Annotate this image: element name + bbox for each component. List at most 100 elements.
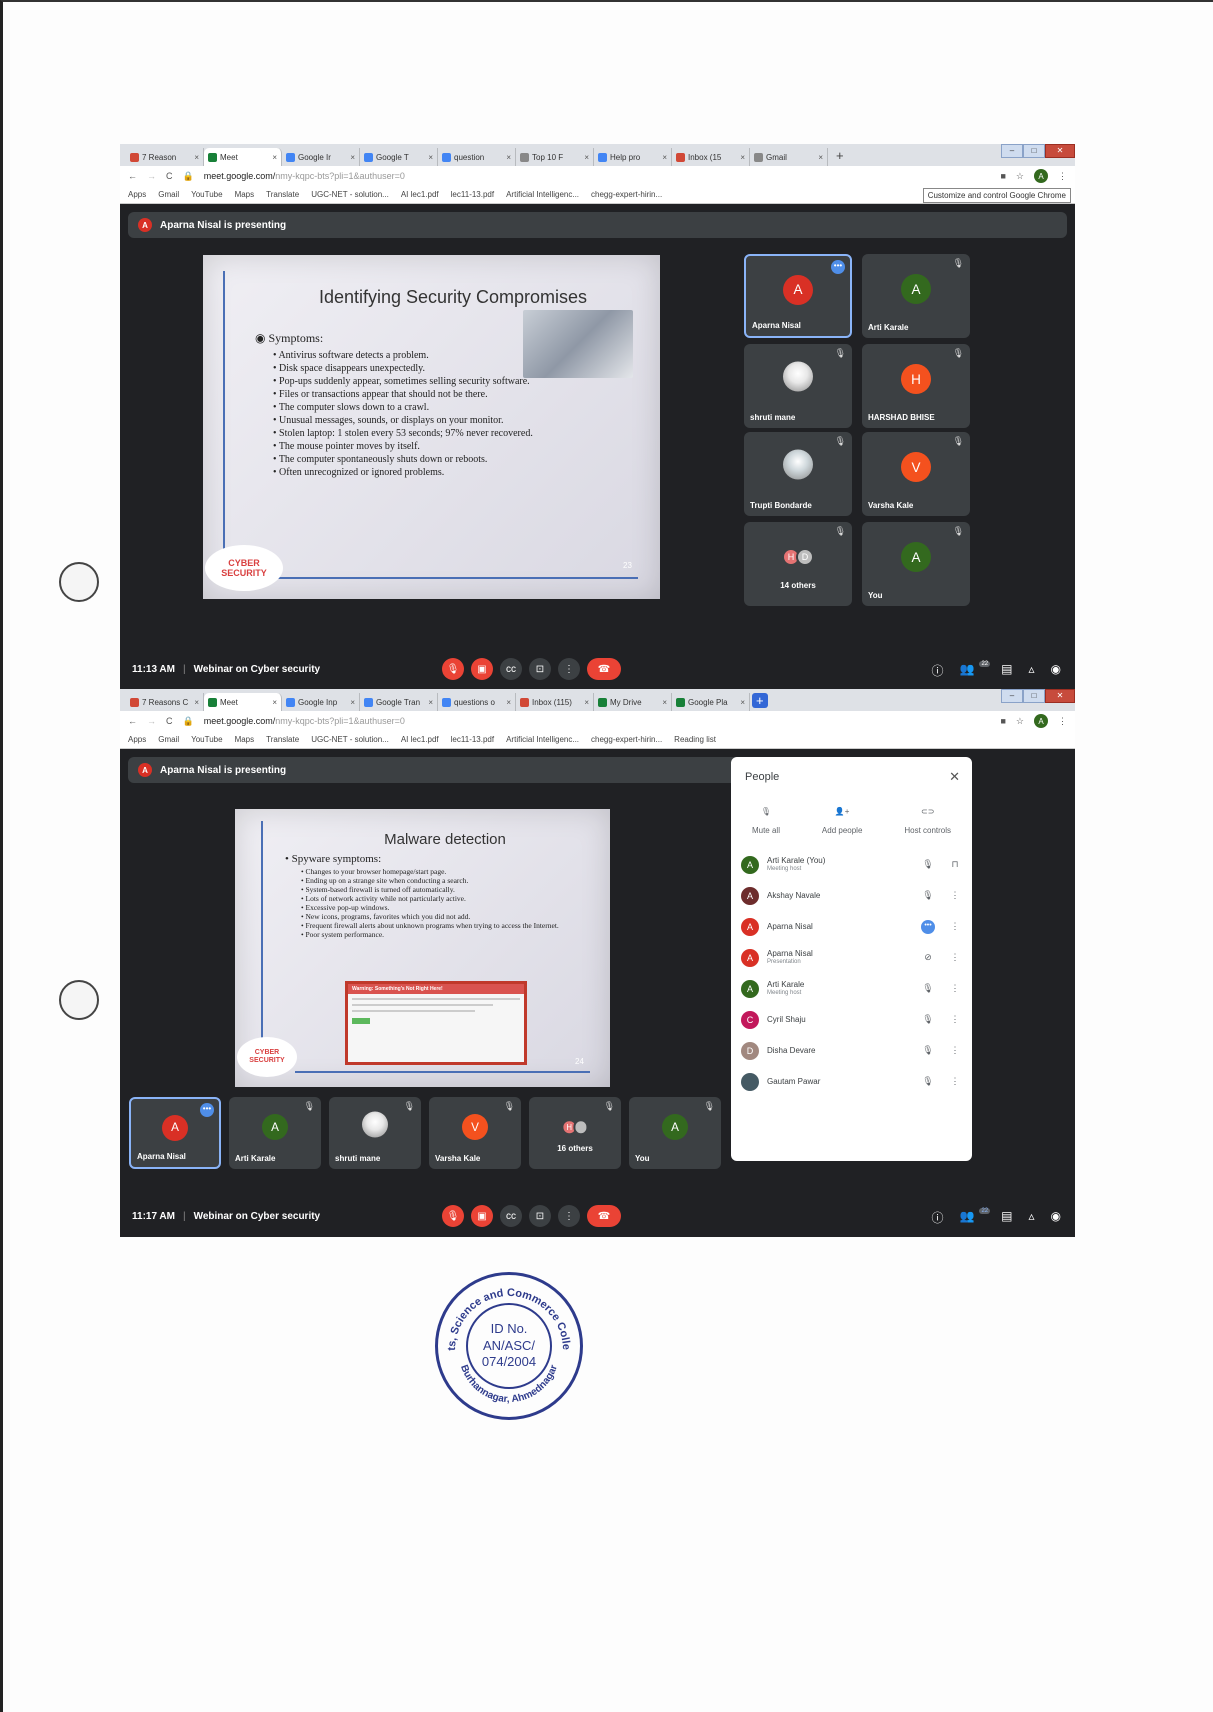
more-options-icon[interactable]: ⋮ [948, 921, 962, 932]
chat-icon[interactable]: ▤ [1001, 662, 1012, 679]
back-icon[interactable]: ← [128, 171, 137, 181]
close-tab-icon[interactable]: × [350, 153, 355, 162]
browser-tab[interactable]: Meet × [204, 693, 282, 711]
meeting-details-icon[interactable]: ⓘ [931, 1209, 943, 1226]
captions-icon[interactable]: cc [500, 1205, 522, 1227]
mic-off-icon[interactable]: 🎙 [442, 1205, 464, 1227]
participant-tile[interactable]: 🎙 H D 14 others [744, 522, 852, 606]
participant-tile[interactable]: 🎙 H HARSHAD BHISE [862, 344, 970, 428]
chat-icon[interactable]: ▤ [1001, 1209, 1012, 1226]
close-tab-icon[interactable]: × [584, 698, 589, 707]
browser-tab[interactable]: questions o × [438, 693, 516, 711]
close-tab-icon[interactable]: × [506, 153, 511, 162]
participant-tile[interactable]: 🎙 A Arti Karale [229, 1097, 321, 1169]
browser-tab[interactable]: question × [438, 148, 516, 166]
bookmark-item[interactable]: chegg-expert-hirin... [591, 735, 662, 744]
url-field[interactable]: meet.google.com/nmy-kqpc-bts?pli=1&authu… [204, 716, 991, 726]
back-icon[interactable]: ← [128, 716, 137, 726]
camera-icon[interactable]: ■ [1000, 171, 1005, 181]
mic-off-icon[interactable]: 🎙 [916, 1076, 940, 1087]
profile-avatar[interactable]: A [1034, 714, 1048, 728]
people-icon[interactable]: 👥 22 [960, 661, 991, 679]
close-icon[interactable]: ✕ [949, 769, 960, 785]
mic-off-icon[interactable]: 🎙 [916, 890, 940, 901]
meeting-details-icon[interactable]: ⓘ [931, 662, 943, 679]
pin-icon[interactable]: ⊓ [948, 859, 962, 870]
url-field[interactable]: meet.google.com/nmy-kqpc-bts?pli=1&authu… [204, 171, 991, 181]
close-tab-icon[interactable]: × [662, 698, 667, 707]
bookmark-item[interactable]: UGC-NET - solution... [311, 735, 389, 744]
participant-tile[interactable]: ••• A Aparna Nisal [744, 254, 852, 338]
reload-icon[interactable]: C [166, 171, 173, 181]
minimize-icon[interactable]: – [1001, 689, 1023, 703]
bookmark-item[interactable]: chegg-expert-hirin... [591, 190, 662, 199]
close-tab-icon[interactable]: × [428, 153, 433, 162]
mute-all-button[interactable]: 🎙 Mute all [752, 807, 780, 835]
participant-tile[interactable]: 🎙 Trupti Bondarde [744, 432, 852, 516]
activities-icon[interactable]: ▵ [1028, 1209, 1034, 1226]
browser-tab[interactable]: Google Pla × [672, 693, 750, 711]
participant-row[interactable]: A Akshay Navale 🎙 ⋮ [741, 880, 962, 911]
browser-tab[interactable]: Top 10 F × [516, 148, 594, 166]
close-tab-icon[interactable]: × [350, 698, 355, 707]
close-tab-icon[interactable]: × [428, 698, 433, 707]
participant-tile[interactable]: 🎙 H 16 others [529, 1097, 621, 1169]
close-tab-icon[interactable]: × [272, 153, 277, 162]
bookmark-item[interactable]: lec11-13.pdf [451, 735, 494, 744]
bookmark-item[interactable]: Maps [235, 735, 255, 744]
participant-tile[interactable]: 🎙 A You [862, 522, 970, 606]
bookmark-item[interactable]: Apps [128, 735, 146, 744]
profile-avatar[interactable]: A [1034, 169, 1048, 183]
browser-tab[interactable]: Inbox (15 × [672, 148, 750, 166]
forward-icon[interactable]: → [147, 171, 156, 181]
browser-tab[interactable]: Gmail × [750, 148, 828, 166]
participant-tile[interactable]: 🎙 A Arti Karale [862, 254, 970, 338]
more-options-icon[interactable]: ⋮ [948, 890, 962, 901]
present-screen-icon[interactable]: ⊡ [529, 1205, 551, 1227]
add-people-button[interactable]: 👤+ Add people [822, 807, 862, 835]
bookmark-item[interactable]: Apps [128, 190, 146, 199]
participant-tile[interactable]: ••• A Aparna Nisal [129, 1097, 221, 1169]
camera-icon[interactable]: ■ [1000, 716, 1005, 726]
close-tab-icon[interactable]: × [194, 153, 199, 162]
more-options-icon[interactable]: ⋮ [948, 1045, 962, 1056]
present-screen-icon[interactable]: ⊡ [529, 658, 551, 680]
maximize-icon[interactable]: □ [1023, 689, 1045, 703]
bookmark-item[interactable]: YouTube [191, 735, 222, 744]
bookmark-item[interactable]: Gmail [158, 190, 179, 199]
close-tab-icon[interactable]: × [506, 698, 511, 707]
participant-tile[interactable]: 🎙 V Varsha Kale [862, 432, 970, 516]
forward-icon[interactable]: → [147, 716, 156, 726]
camera-off-icon[interactable]: ▣ [471, 658, 493, 680]
end-call-button[interactable]: ☎ [587, 1205, 621, 1227]
close-tab-icon[interactable]: × [740, 698, 745, 707]
bookmark-item[interactable]: lec11-13.pdf [451, 190, 494, 199]
bookmark-star-icon[interactable]: ☆ [1016, 716, 1024, 727]
bookmark-item[interactable]: AI lec1.pdf [401, 190, 439, 199]
participant-tile[interactable]: 🎙 A You [629, 1097, 721, 1169]
captions-icon[interactable]: cc [500, 658, 522, 680]
participant-row[interactable]: C Cyril Shaju 🎙 ⋮ [741, 1004, 962, 1035]
menu-icon[interactable]: ⋮ [1058, 171, 1067, 182]
close-tab-icon[interactable]: × [584, 153, 589, 162]
browser-tab[interactable]: My Drive × [594, 693, 672, 711]
mic-off-icon[interactable]: 🎙 [442, 658, 464, 680]
browser-tab[interactable]: Help pro × [594, 148, 672, 166]
host-controls-icon[interactable]: ◉ [1051, 1209, 1061, 1226]
browser-tab[interactable]: 7 Reasons C × [126, 693, 204, 711]
maximize-icon[interactable]: □ [1023, 144, 1045, 158]
browser-tab[interactable]: Google Inp × [282, 693, 360, 711]
participant-tile[interactable]: 🎙 V Varsha Kale [429, 1097, 521, 1169]
browser-tab[interactable]: Google Tran × [360, 693, 438, 711]
mic-off-icon[interactable]: 🎙 [916, 859, 940, 870]
host-controls-button[interactable]: ⊂⊃ Host controls [904, 807, 951, 835]
close-window-icon[interactable]: ✕ [1045, 689, 1075, 703]
participant-row[interactable]: A Arti Karale (You) Meeting host 🎙 ⊓ [741, 849, 962, 880]
camera-off-icon[interactable]: ▣ [471, 1205, 493, 1227]
menu-icon[interactable]: ⋮ [1058, 716, 1067, 727]
more-options-icon[interactable]: ⋮ [948, 1014, 962, 1025]
bookmark-item[interactable]: Maps [235, 190, 255, 199]
participant-row[interactable]: A Arti Karale Meeting host 🎙 ⋮ [741, 973, 962, 1004]
bookmark-item[interactable]: UGC-NET - solution... [311, 190, 389, 199]
more-options-icon[interactable]: ⋮ [948, 1076, 962, 1087]
